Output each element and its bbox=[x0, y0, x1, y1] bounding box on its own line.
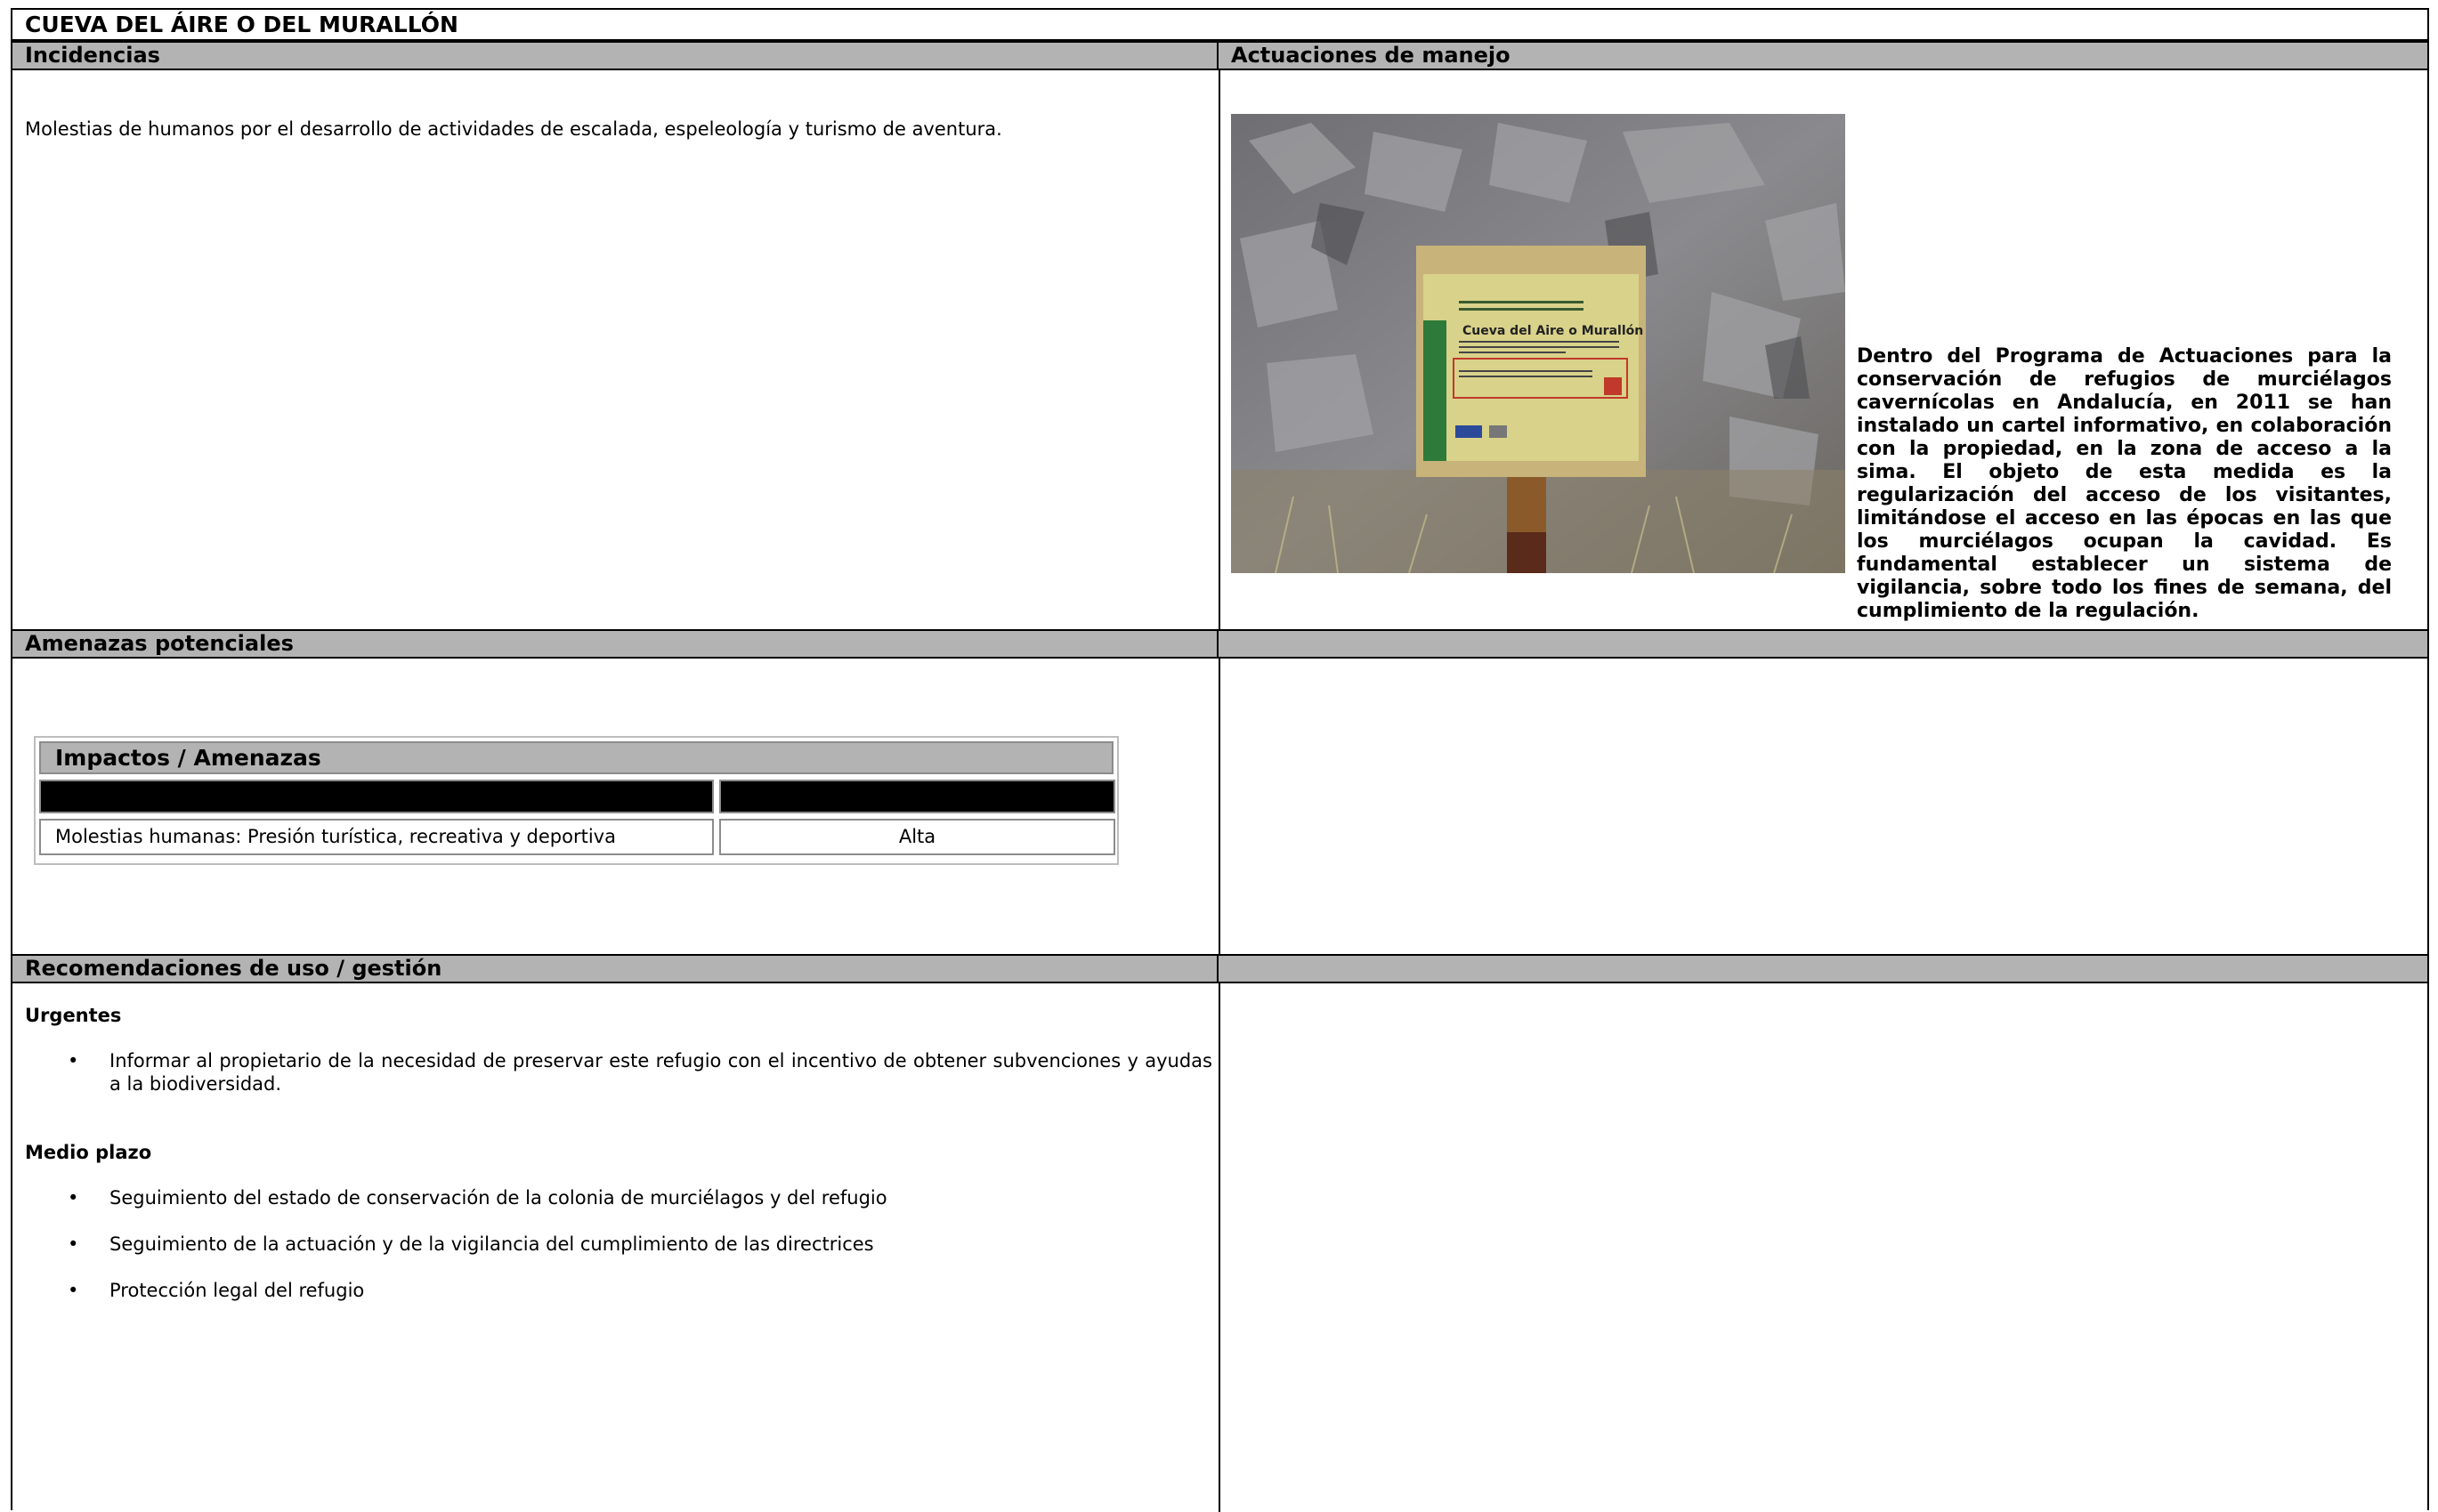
impacto-cell: Molestias humanas: Presión turística, re… bbox=[39, 819, 714, 855]
column-divider bbox=[1219, 70, 1220, 629]
list-item: • Seguimiento del estado de conservación… bbox=[68, 1186, 1219, 1209]
heading-blank bbox=[1219, 631, 2427, 657]
medio-plazo-label: Medio plazo bbox=[25, 1142, 152, 1163]
medio-item-text: Seguimiento de la actuación y de la vigi… bbox=[109, 1233, 874, 1255]
impactos-header-col2 bbox=[719, 780, 1115, 813]
list-item: • Seguimiento de la actuación y de la vi… bbox=[68, 1233, 1219, 1256]
urgentes-label: Urgentes bbox=[25, 1005, 122, 1026]
section-bar-incidencias: Incidencias Actuaciones de manejo bbox=[12, 41, 2427, 70]
bullet-icon: • bbox=[68, 1280, 79, 1301]
heading-blank-2 bbox=[1219, 956, 2427, 982]
nivel-cell: Alta bbox=[719, 819, 1115, 855]
section-bar-recomendaciones: Recomendaciones de uso / gestión bbox=[12, 954, 2427, 983]
document-page: CUEVA DEL ÁIRE O DEL MURALLÓN Incidencia… bbox=[11, 8, 2429, 1512]
photo-sign-on-rock-icon: Cueva del Aire o Murallón bbox=[1231, 114, 1845, 573]
section-bar-amenazas: Amenazas potenciales bbox=[12, 629, 2427, 659]
heading-incidencias: Incidencias bbox=[12, 43, 1219, 69]
urgente-item-text: Informar al propietario de la necesidad … bbox=[109, 1050, 1212, 1095]
document-title: CUEVA DEL ÁIRE O DEL MURALLÓN bbox=[12, 10, 2427, 41]
list-item: • Protección legal del refugio bbox=[68, 1279, 1219, 1302]
actuaciones-text: Dentro del Programa de Actuaciones para … bbox=[1857, 345, 2392, 622]
column-divider-2 bbox=[1219, 659, 1220, 954]
heading-recomendaciones: Recomendaciones de uso / gestión bbox=[12, 956, 1219, 982]
impactos-header-col1 bbox=[39, 780, 714, 813]
impactos-table: Impactos / Amenazas Molestias humanas: P… bbox=[34, 736, 1119, 865]
incidencias-text: Molestias de humanos por el desarrollo d… bbox=[25, 118, 1002, 140]
medio-item-text: Seguimiento del estado de conservación d… bbox=[109, 1187, 887, 1209]
impactos-heading: Impactos / Amenazas bbox=[39, 741, 1114, 774]
bullet-icon: • bbox=[68, 1233, 79, 1255]
list-item: • Informar al propietario de la necesida… bbox=[68, 1049, 1219, 1096]
photo-sign-title: Cueva del Aire o Murallón bbox=[1462, 324, 1643, 338]
heading-actuaciones: Actuaciones de manejo bbox=[1231, 43, 1511, 68]
bullet-icon: • bbox=[68, 1050, 79, 1071]
heading-amenazas: Amenazas potenciales bbox=[12, 631, 1219, 657]
medio-item-text: Protección legal del refugio bbox=[109, 1280, 365, 1301]
bullet-icon: • bbox=[68, 1187, 79, 1209]
sign-photo: Cueva del Aire o Murallón bbox=[1231, 114, 1845, 573]
